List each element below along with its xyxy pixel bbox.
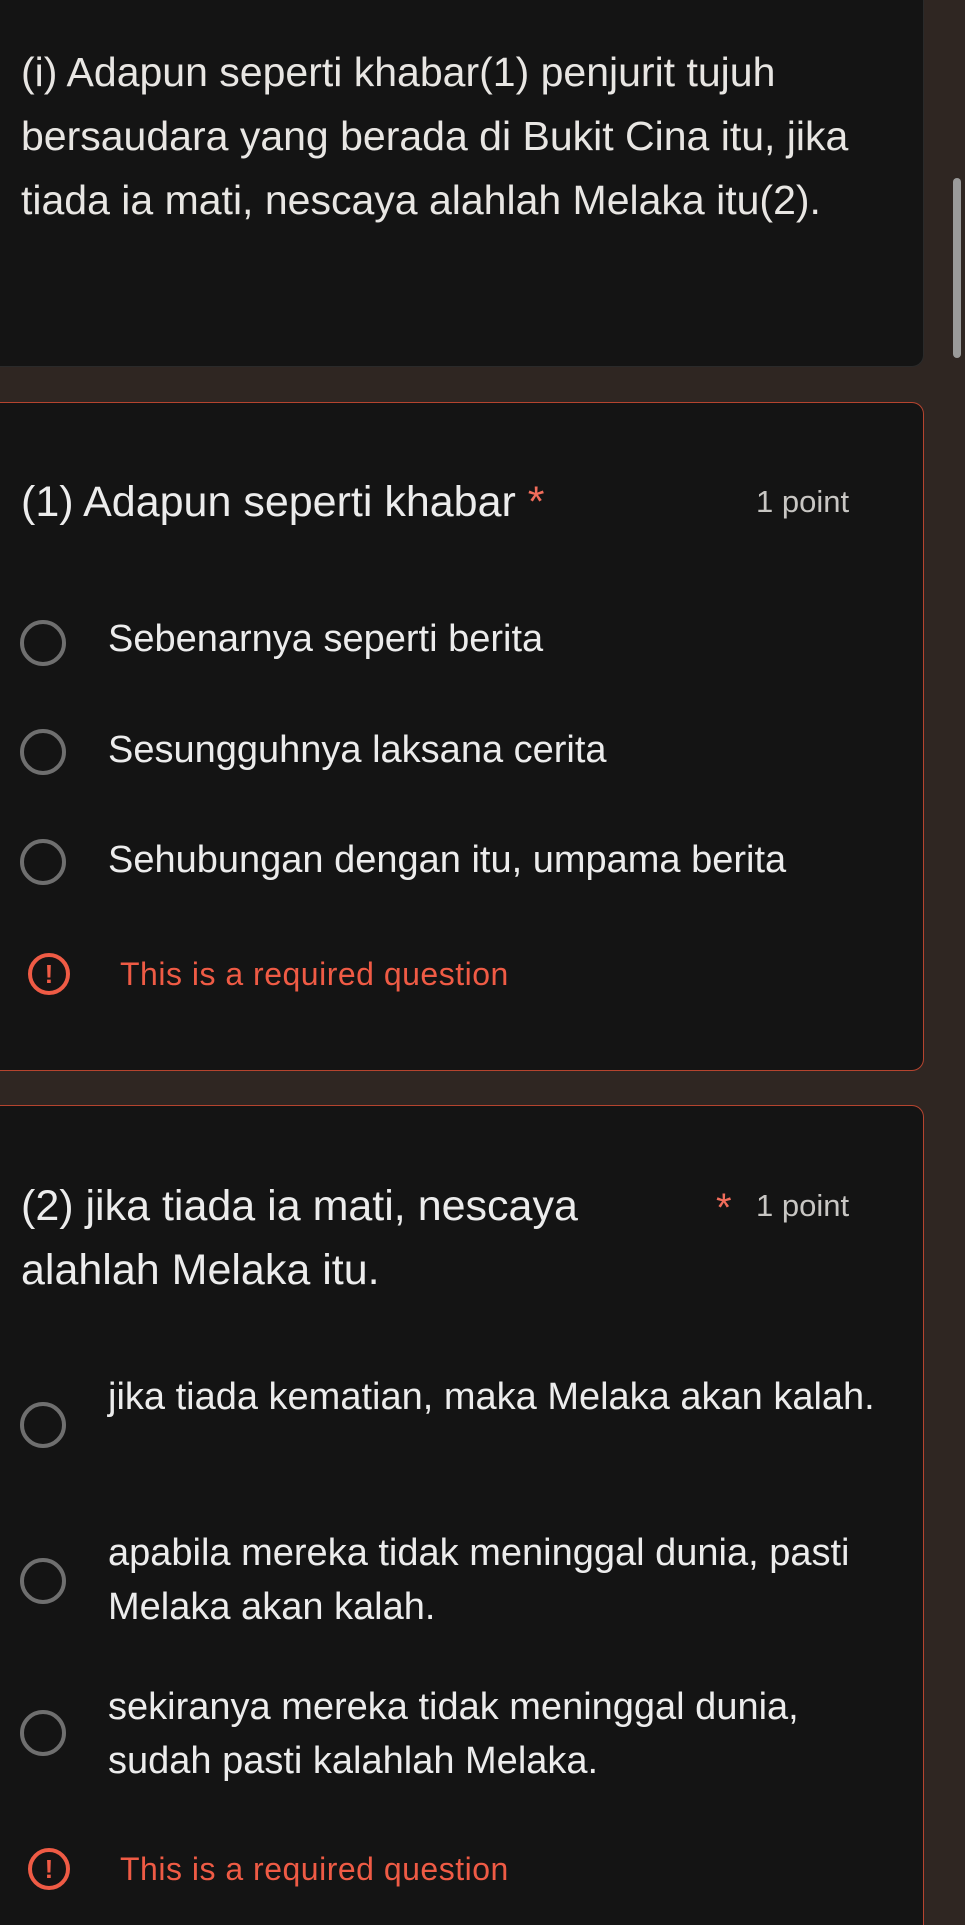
error-circle-icon: ! (28, 1848, 70, 1890)
question-points-2: 1 point (756, 1188, 850, 1223)
required-asterisk: * (527, 478, 545, 526)
required-error-2: ! This is a required question (0, 1843, 924, 1899)
option-label: sekiranya mereka tidak meninggal dunia, … (108, 1686, 799, 1782)
question-title-1-text: (1) Adapun seperti khabar (21, 478, 516, 526)
question-title-2: (2) jika tiada ia mati, nescaya alahlah … (21, 1182, 578, 1294)
radio-unchecked-icon[interactable] (20, 620, 66, 666)
required-error-1: ! This is a required question (0, 948, 924, 1004)
scrollbar-thumb[interactable] (953, 178, 961, 358)
option-label: Sehubungan dengan itu, umpama berita (108, 839, 787, 881)
question-points-1: 1 point (756, 484, 850, 519)
error-text: This is a required question (120, 1851, 509, 1887)
option-label: jika tiada kematian, maka Melaka akan ka… (108, 1376, 875, 1418)
option-label: Sesungguhnya laksana cerita (108, 729, 607, 771)
error-text: This is a required question (120, 956, 509, 992)
radio-unchecked-icon[interactable] (20, 1558, 66, 1604)
error-circle-icon: ! (28, 953, 70, 995)
radio-unchecked-icon[interactable] (20, 1710, 66, 1756)
question-title-1: (1) Adapun seperti khabar * (21, 470, 721, 534)
option-label: apabila mereka tidak meninggal dunia, pa… (108, 1532, 850, 1628)
radio-unchecked-icon[interactable] (20, 839, 66, 885)
required-asterisk: * (716, 1186, 732, 1230)
radio-unchecked-icon[interactable] (20, 729, 66, 775)
radio-unchecked-icon[interactable] (20, 1402, 66, 1448)
option-label: Sebenarnya seperti berita (108, 618, 544, 660)
intro-text: (i) Adapun seperti khabar(1) penjurit tu… (21, 49, 849, 223)
